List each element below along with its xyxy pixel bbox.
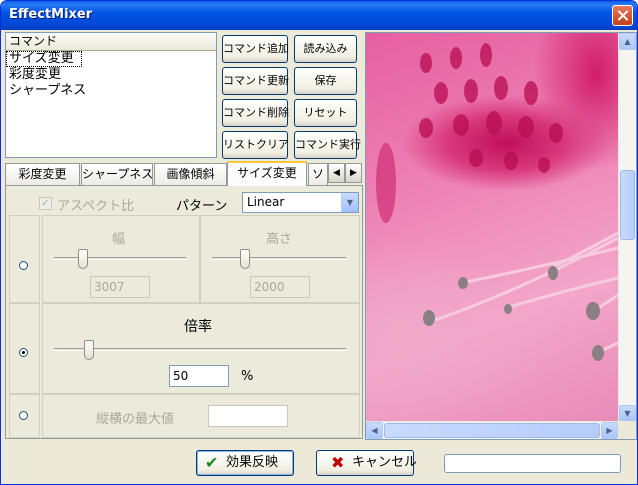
horizontal-scroll-thumb[interactable] xyxy=(384,423,600,438)
width-slider-thumb[interactable] xyxy=(78,249,88,269)
save-button[interactable]: 保存 xyxy=(294,67,357,95)
pattern-select[interactable]: Linear ▼ xyxy=(242,192,359,213)
close-button[interactable] xyxy=(612,5,633,26)
scroll-up-button[interactable]: ▲ xyxy=(619,33,636,50)
scroll-right-button[interactable]: ▶ xyxy=(601,422,618,439)
chevron-down-icon: ▼ xyxy=(341,193,358,212)
width-slider-track xyxy=(54,257,186,260)
effect-tabs: 彩度変更 シャープネス 画像傾斜 サイズ変更 ソ ◀ ▶ xyxy=(5,161,363,186)
height-slider-thumb[interactable] xyxy=(240,249,250,269)
tab-scroll-right-button[interactable]: ▶ xyxy=(345,163,362,183)
max-side-label: 縦横の最大値 xyxy=(96,412,175,427)
horizontal-scrollbar[interactable]: ◀ ▶ xyxy=(366,421,618,439)
cancel-button[interactable]: ✖ キャンセル xyxy=(316,450,418,476)
apply-effect-button[interactable]: ✔ 効果反映 xyxy=(196,450,294,476)
tab-image-skew[interactable]: 画像傾斜 xyxy=(154,163,227,185)
tab-sharpness[interactable]: シャープネス xyxy=(81,163,153,185)
scale-input[interactable]: 50 xyxy=(169,365,229,387)
command-list-item[interactable]: サイズ変更 xyxy=(6,51,82,67)
height-slider-track xyxy=(212,257,346,260)
scale-label: 倍率 xyxy=(184,319,212,335)
scale-mode-radio[interactable] xyxy=(19,348,28,357)
resize-panel: ✓ アスペクト比 パターン Linear ▼ 幅 3007 高さ 2000 倍率… xyxy=(5,185,363,439)
scroll-left-button[interactable]: ◀ xyxy=(366,422,383,439)
vertical-scrollbar[interactable]: ▲ ▼ xyxy=(618,33,636,422)
aspect-ratio-checkbox[interactable]: ✓ xyxy=(39,197,52,210)
tab-resize[interactable]: サイズ変更 xyxy=(227,161,307,186)
max-side-input[interactable] xyxy=(208,405,288,427)
effectmixer-window: EffectMixer コマンド サイズ変更 彩度変更 シャープネス コマンド追… xyxy=(0,0,638,485)
pattern-label: パターン xyxy=(176,199,228,214)
max-side-mode-radio[interactable] xyxy=(19,411,28,420)
preview-image xyxy=(366,33,618,422)
reset-button[interactable]: リセット xyxy=(294,99,357,127)
scrollbar-corner xyxy=(618,421,636,439)
progress-bar xyxy=(444,454,621,473)
checkmark-icon: ✔ xyxy=(205,453,219,472)
apply-effect-label: 効果反映 xyxy=(226,455,279,470)
tab-more[interactable]: ソ xyxy=(308,163,328,185)
scale-unit: % xyxy=(241,369,254,384)
max-side-group xyxy=(42,394,360,438)
tab-saturation[interactable]: 彩度変更 xyxy=(5,163,80,185)
cancel-label: キャンセル xyxy=(352,455,418,470)
command-list[interactable]: コマンド サイズ変更 彩度変更 シャープネス xyxy=(5,32,217,158)
pattern-select-value: Linear xyxy=(247,195,285,209)
vertical-scroll-thumb[interactable] xyxy=(620,170,635,240)
delete-command-button[interactable]: コマンド削除 xyxy=(222,99,289,127)
scroll-down-button[interactable]: ▼ xyxy=(619,405,636,422)
command-list-item[interactable]: 彩度変更 xyxy=(6,67,216,83)
run-command-button[interactable]: コマンド実行 xyxy=(294,131,361,159)
width-label: 幅 xyxy=(112,232,126,247)
width-input[interactable]: 3007 xyxy=(90,276,150,298)
height-label: 高さ xyxy=(266,232,293,247)
clear-list-button[interactable]: リストクリア xyxy=(222,131,289,159)
tab-scroll-left-button[interactable]: ◀ xyxy=(328,163,345,183)
load-button[interactable]: 読み込み xyxy=(294,35,357,63)
scale-slider-track xyxy=(54,348,346,351)
update-command-button[interactable]: コマンド更新 xyxy=(222,67,289,95)
close-x-icon: ✖ xyxy=(331,453,345,472)
command-list-item[interactable]: シャープネス xyxy=(6,83,216,99)
height-input[interactable]: 2000 xyxy=(250,276,310,298)
scale-slider-thumb[interactable] xyxy=(84,340,94,360)
radio-group-size xyxy=(9,215,40,303)
size-mode-radio[interactable] xyxy=(19,261,28,270)
title-bar[interactable]: EffectMixer xyxy=(1,1,637,30)
flower-image xyxy=(376,43,618,361)
image-preview[interactable]: ▲ ▼ ◀ ▶ xyxy=(365,32,637,440)
command-list-header[interactable]: コマンド xyxy=(6,33,216,51)
add-command-button[interactable]: コマンド追加 xyxy=(222,35,289,63)
aspect-ratio-label: アスペクト比 xyxy=(57,199,135,214)
window-title: EffectMixer xyxy=(9,7,93,22)
